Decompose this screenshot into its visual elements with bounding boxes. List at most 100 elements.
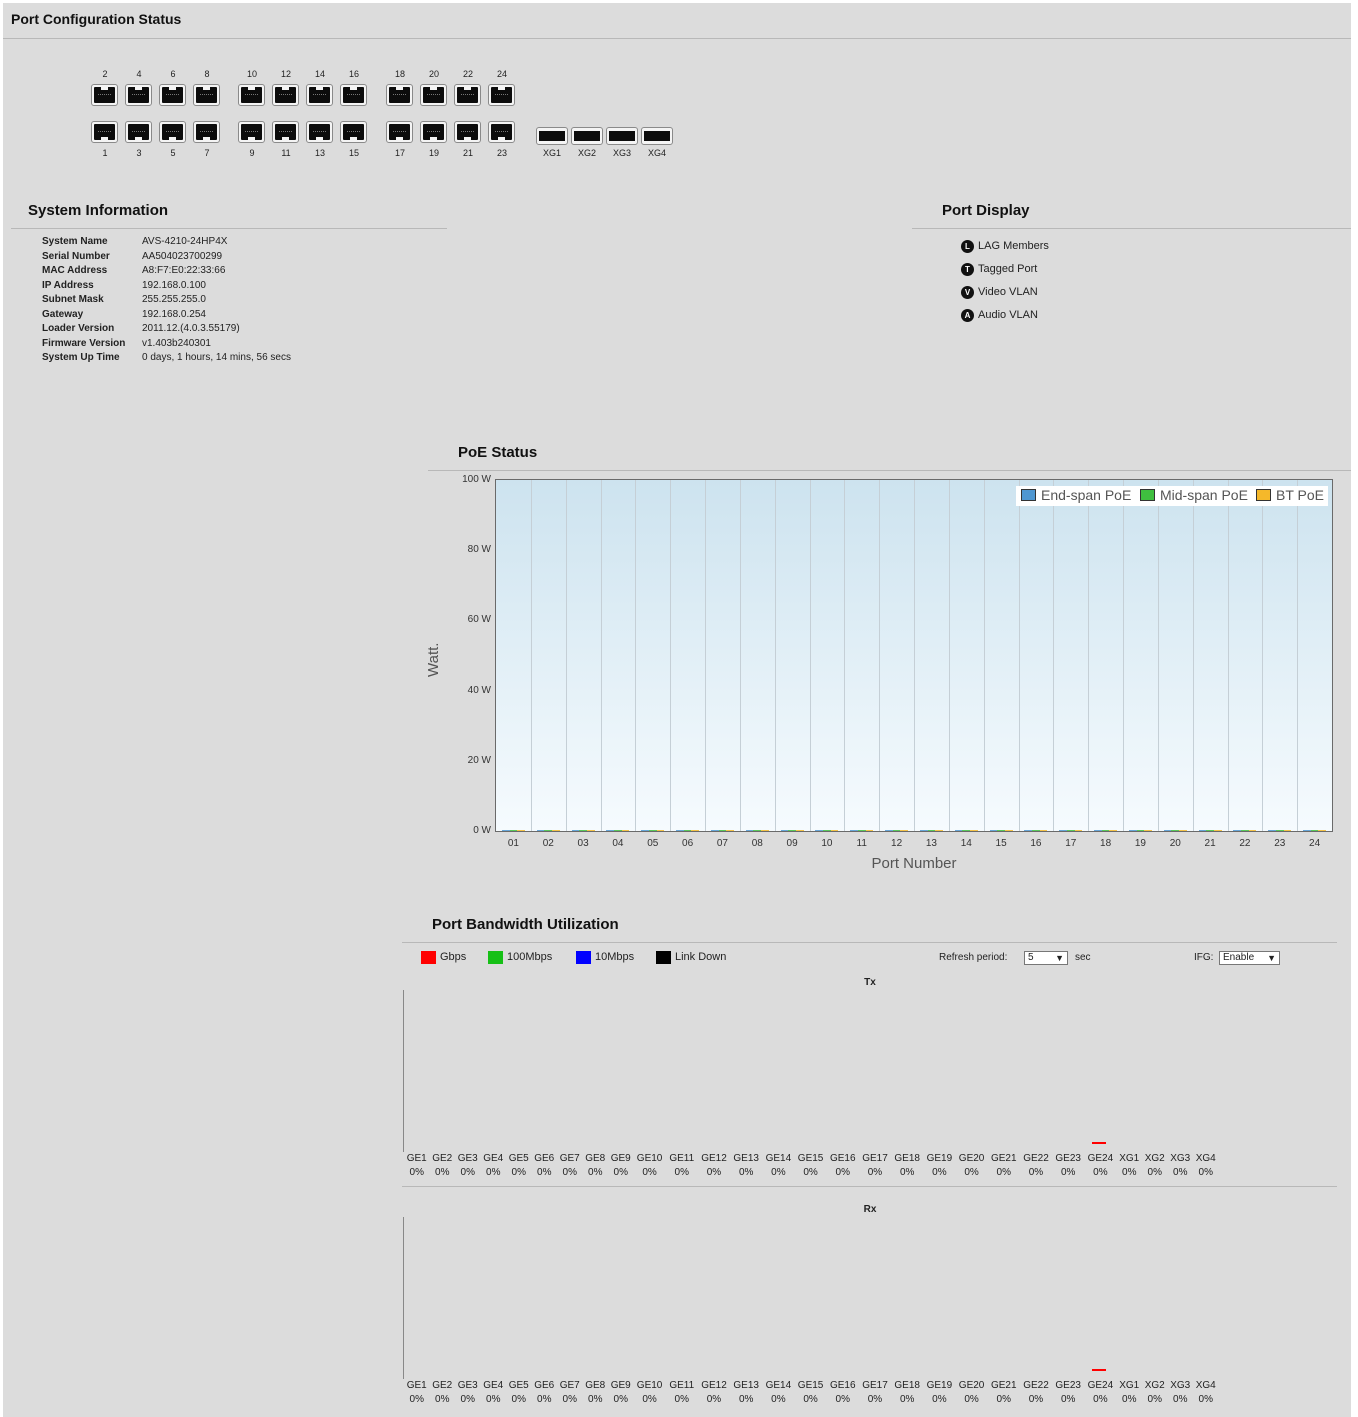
ethernet-port-icon[interactable]	[125, 84, 152, 106]
x-tick-label: 05	[647, 838, 659, 849]
port-pins	[132, 94, 145, 95]
port-jack	[94, 124, 115, 141]
poe-bar	[780, 829, 789, 831]
poe-bar	[927, 829, 936, 831]
poe-bar	[1128, 829, 1137, 831]
port-name-label: GE3	[457, 1153, 478, 1164]
chevron-down-icon: ▼	[1055, 953, 1064, 963]
port-utilization-value: 0%	[738, 1167, 754, 1178]
port-jack	[389, 124, 410, 141]
divider	[3, 38, 1351, 39]
ethernet-port-icon[interactable]	[125, 121, 152, 143]
ethernet-port-icon[interactable]	[91, 84, 118, 106]
poe-bar	[536, 829, 545, 831]
ethernet-port-icon[interactable]	[272, 84, 299, 106]
ethernet-port-icon[interactable]	[454, 84, 481, 106]
ethernet-port-icon[interactable]	[306, 121, 333, 143]
port-utilization-value: 0%	[511, 1167, 526, 1178]
ethernet-port-icon[interactable]	[238, 84, 265, 106]
poe-chart-plot-area	[495, 479, 1333, 832]
ethernet-port-icon[interactable]	[306, 84, 333, 106]
x-tick-label: 17	[1065, 838, 1077, 849]
port-label: 7	[204, 148, 210, 158]
port-name-label: GE22	[1023, 1153, 1049, 1164]
divider	[428, 470, 1351, 471]
ethernet-port-icon[interactable]	[272, 121, 299, 143]
sfp-port-icon[interactable]	[641, 127, 673, 145]
ethernet-port-icon[interactable]	[488, 84, 515, 106]
ethernet-port-icon[interactable]	[193, 121, 220, 143]
ethernet-port-icon[interactable]	[238, 121, 265, 143]
port-label: 15	[348, 148, 359, 158]
ethernet-port-icon[interactable]	[386, 84, 413, 106]
ethernet-port-icon[interactable]	[420, 84, 447, 106]
port-jack	[343, 86, 364, 103]
port-name-label: GE24	[1087, 1153, 1114, 1164]
ethernet-port-icon[interactable]	[159, 84, 186, 106]
port-utilization-value: 0%	[1173, 1167, 1188, 1178]
sfp-port-icon[interactable]	[536, 127, 568, 145]
port-label: 3	[136, 148, 142, 158]
port-name-label: GE17	[862, 1380, 888, 1391]
port-utilization-value: 0%	[1093, 1167, 1108, 1178]
poe-bar	[1171, 829, 1180, 831]
grid-line	[566, 480, 567, 831]
port-utilization-value: 0%	[1028, 1167, 1044, 1178]
refresh-period-select[interactable]: 5 ▼	[1024, 951, 1068, 965]
poe-bar	[1241, 829, 1249, 831]
port-utilization-value: 0%	[511, 1394, 526, 1405]
port-label: 9	[249, 148, 255, 158]
ethernet-port-icon[interactable]	[159, 121, 186, 143]
ethernet-port-icon[interactable]	[454, 121, 481, 143]
legend-label: BT PoE	[1276, 487, 1324, 503]
port-utilization-value: 0%	[867, 1167, 883, 1178]
ifg-select[interactable]: Enable ▼	[1219, 951, 1280, 965]
port-pins	[98, 131, 111, 132]
port-pins	[166, 131, 179, 132]
port-name-label: XG1	[1119, 1153, 1140, 1164]
port-utilization-value: 0%	[867, 1394, 883, 1405]
poe-bar	[606, 829, 615, 831]
port-name-label: GE11	[669, 1380, 695, 1391]
port-utilization-value: 0%	[1198, 1394, 1213, 1405]
poe-bar	[1318, 829, 1327, 831]
system-info-value: v1.403b240301	[142, 337, 211, 349]
poe-bar	[621, 829, 630, 831]
poe-bar	[830, 829, 839, 831]
sfp-port-icon[interactable]	[571, 127, 603, 145]
port-name-label: GE22	[1023, 1380, 1049, 1391]
grid-line	[531, 480, 532, 831]
port-name-label: GE16	[829, 1380, 856, 1391]
ethernet-port-icon[interactable]	[488, 121, 515, 143]
ethernet-port-icon[interactable]	[340, 84, 367, 106]
port-utilization-value: 0%	[613, 1394, 628, 1405]
port-label: 8	[204, 69, 210, 79]
port-jack	[457, 86, 478, 103]
ethernet-port-icon[interactable]	[420, 121, 447, 143]
port-name-label: GE15	[797, 1380, 824, 1391]
port-utilization-value: 0%	[537, 1394, 552, 1405]
rx-bar-ge24	[1092, 1369, 1106, 1371]
port-utilization-value: 0%	[738, 1394, 754, 1405]
ethernet-port-icon[interactable]	[340, 121, 367, 143]
x-tick-label: 18	[1100, 838, 1112, 849]
ethernet-port-icon[interactable]	[91, 121, 118, 143]
sfp-port-icon[interactable]	[606, 127, 638, 145]
poe-bar	[935, 829, 943, 831]
ethernet-port-icon[interactable]	[193, 84, 220, 106]
port-utilization-value: 0%	[1122, 1394, 1137, 1405]
grid-line	[705, 480, 706, 831]
lag-icon: L	[961, 240, 974, 253]
y-tick-label: 20 W	[467, 754, 491, 766]
port-jack	[539, 131, 565, 141]
port-name-label: GE23	[1055, 1153, 1081, 1164]
y-tick-label: 40 W	[467, 684, 491, 696]
port-name-label: XG2	[1144, 1153, 1165, 1164]
poe-bar	[885, 829, 893, 831]
ethernet-port-icon[interactable]	[386, 121, 413, 143]
port-utilization-value: 0%	[932, 1167, 947, 1178]
system-info-key: Loader Version	[42, 323, 115, 334]
port-utilization-value: 0%	[1060, 1167, 1076, 1178]
port-label: 5	[170, 148, 176, 158]
port-jack	[241, 124, 262, 141]
